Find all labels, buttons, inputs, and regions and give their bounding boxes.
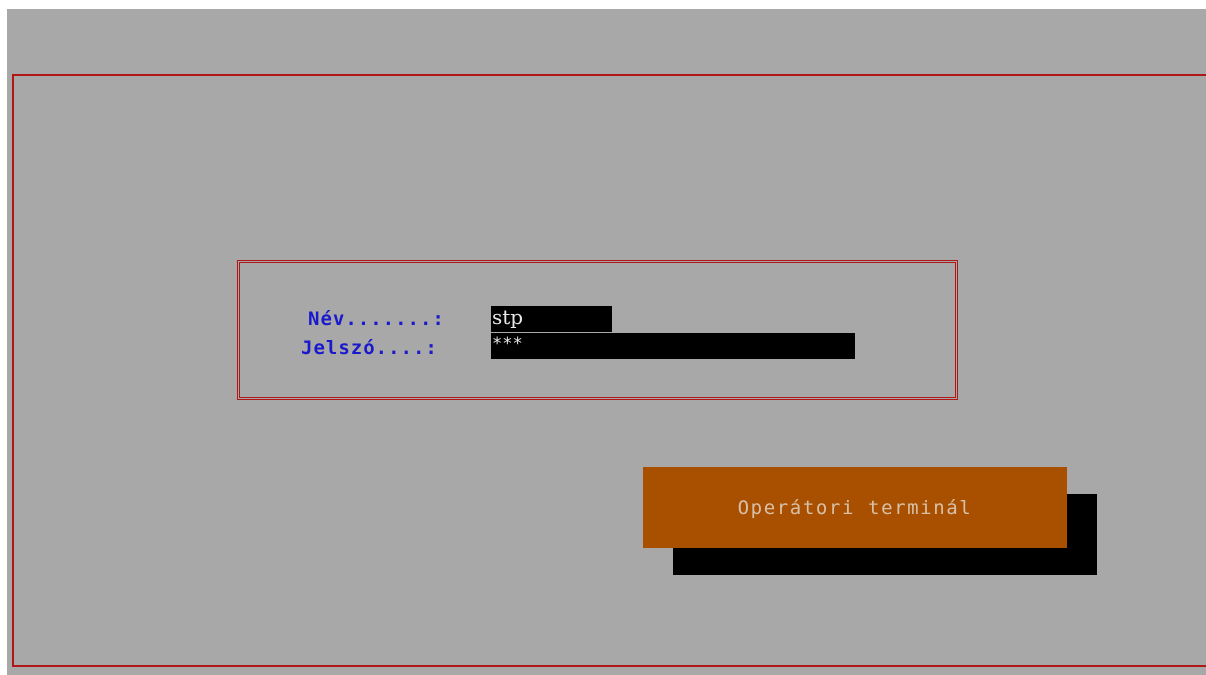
- name-input[interactable]: stp: [491, 306, 612, 332]
- operator-terminal-button[interactable]: Operátori terminál: [643, 467, 1067, 548]
- password-label: Jelszó....:: [301, 337, 438, 359]
- operator-terminal-label: Operátori terminál: [737, 496, 973, 519]
- password-input[interactable]: ***: [491, 333, 855, 359]
- name-label: Név.......:: [308, 308, 445, 330]
- terminal-screen: Név.......: stp Jelszó....: *** Operátor…: [7, 9, 1206, 675]
